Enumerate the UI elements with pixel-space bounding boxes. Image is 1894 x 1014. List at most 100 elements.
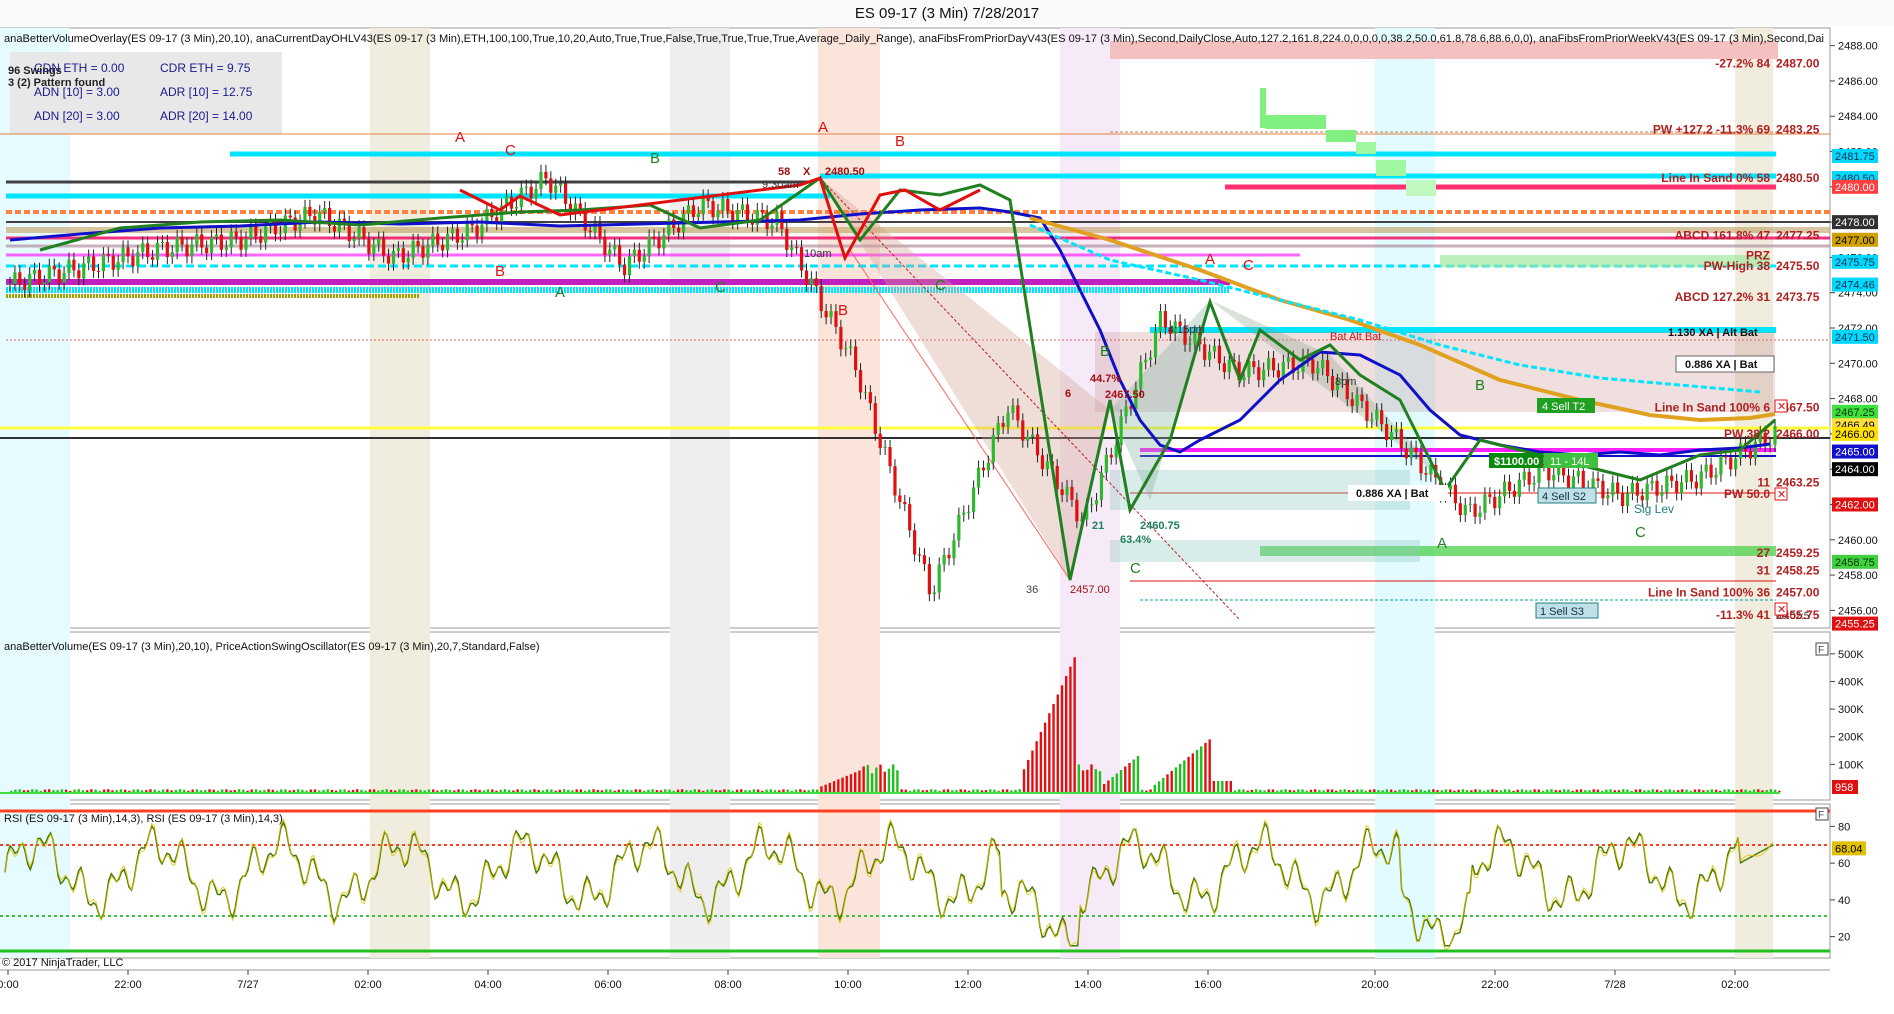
candle-body <box>1581 470 1585 488</box>
volume-bar <box>1031 750 1034 792</box>
svg-text:B: B <box>1475 377 1485 394</box>
volume-bar <box>1326 789 1330 792</box>
volume-bar <box>630 790 633 792</box>
candle-body <box>1419 452 1423 474</box>
volume-bar <box>237 789 241 792</box>
candle-body <box>1375 410 1379 420</box>
rsi-indicator-text: RSI (ES 09-17 (3 Min),14,3), RSI (ES 09-… <box>4 813 283 825</box>
volume-bar <box>828 782 832 792</box>
candle-body <box>239 236 243 250</box>
volume-bar <box>1115 773 1119 792</box>
x-tick-label: 10:00 <box>834 979 862 991</box>
volume-bar <box>1351 790 1355 792</box>
fib-price: 2477.25 <box>1776 228 1820 242</box>
volume-bar <box>685 790 688 792</box>
volume-bar <box>803 790 806 792</box>
x-tick-label: 08:00 <box>714 979 742 991</box>
volume-bar <box>1229 780 1232 792</box>
volume-bar <box>735 789 739 792</box>
candle-body <box>1409 447 1413 459</box>
volume-bar <box>1398 789 1401 792</box>
volume-bar <box>765 789 768 792</box>
candle-body <box>160 241 165 243</box>
candle-body <box>1070 486 1074 500</box>
candle-body <box>480 224 484 237</box>
candle-body <box>790 247 794 251</box>
price-tag: 2464.00 <box>1835 464 1875 476</box>
volume-bar <box>1520 789 1524 792</box>
volume-bar <box>702 790 705 792</box>
label-bat3: 0.886 XA | Bat <box>1356 488 1429 500</box>
volume-bar <box>1676 790 1680 792</box>
volume-bar <box>1132 759 1135 792</box>
x-tick-label: 02:00 <box>1721 979 1749 991</box>
candle-body <box>1104 454 1108 473</box>
volume-bar <box>740 789 743 792</box>
volume-bar <box>1233 790 1237 792</box>
candle-body <box>1453 484 1458 504</box>
x-tick-label: 7/27 <box>237 979 258 991</box>
candle-body <box>1212 345 1217 352</box>
volume-bar <box>284 789 287 792</box>
volume-bar <box>1579 789 1583 792</box>
candle-body <box>913 530 917 555</box>
volume-bar <box>567 789 570 792</box>
volume-bar <box>1250 789 1254 792</box>
volume-bar <box>1546 789 1549 792</box>
volume-bar <box>77 789 80 792</box>
volume-bar <box>1761 790 1764 792</box>
candle-body <box>1478 512 1482 517</box>
volume-bar <box>1537 789 1541 792</box>
price-tick-label: 2456.00 <box>1838 605 1878 617</box>
volume-bar <box>1461 789 1465 792</box>
volume-bar <box>419 789 422 792</box>
volume-bar <box>1356 789 1359 792</box>
volume-bar <box>47 789 51 792</box>
candle-body <box>386 255 391 264</box>
volume-bar <box>524 790 528 792</box>
svg-text:C: C <box>715 279 726 296</box>
candle-body <box>1188 343 1192 345</box>
candle-body <box>445 233 450 251</box>
volume-bar <box>1048 713 1051 792</box>
volume-bar <box>254 789 258 792</box>
volume-bar <box>499 789 502 792</box>
candle-body <box>1158 311 1163 332</box>
candle-body <box>1040 455 1045 470</box>
volume-bar <box>440 789 443 792</box>
candle-body <box>957 514 961 541</box>
volume-bar <box>723 789 726 792</box>
candle-body <box>352 238 356 242</box>
label-sell-s3: 1 Sell S3 <box>1540 606 1584 618</box>
volume-bar <box>841 777 844 792</box>
candle-body <box>357 227 361 239</box>
volume-bar <box>1689 790 1692 792</box>
volume-bar <box>963 789 967 792</box>
volume-bar <box>680 789 684 792</box>
volume-bar <box>1292 790 1296 792</box>
candle-body <box>647 236 651 256</box>
fib-label: 27 <box>1757 546 1771 560</box>
candle-body <box>67 259 71 274</box>
volume-bar <box>917 789 920 792</box>
volume-bar <box>875 767 878 792</box>
rsi-panel[interactable] <box>0 803 1831 959</box>
candle-body <box>155 242 160 260</box>
candle-body <box>1675 480 1679 494</box>
volume-bar <box>1010 790 1013 792</box>
candle-body <box>1350 399 1354 406</box>
volume-bar <box>1136 756 1140 792</box>
candle-body <box>1016 405 1020 421</box>
volume-bar <box>1432 789 1435 792</box>
volume-bar <box>579 789 583 792</box>
candle-body <box>534 188 538 199</box>
chart-canvas[interactable]: 96 Swings 3 (2) Pattern found CDN ETH = … <box>0 0 1894 1014</box>
candle-body <box>652 236 656 239</box>
candle-body <box>1724 456 1728 458</box>
volume-bar <box>529 789 532 792</box>
price-tick-label: 2488.00 <box>1838 41 1878 53</box>
volume-bar <box>1305 790 1308 792</box>
volume-bar <box>1558 790 1562 792</box>
volume-panel[interactable] <box>0 631 1831 801</box>
volume-bar <box>1596 789 1600 792</box>
